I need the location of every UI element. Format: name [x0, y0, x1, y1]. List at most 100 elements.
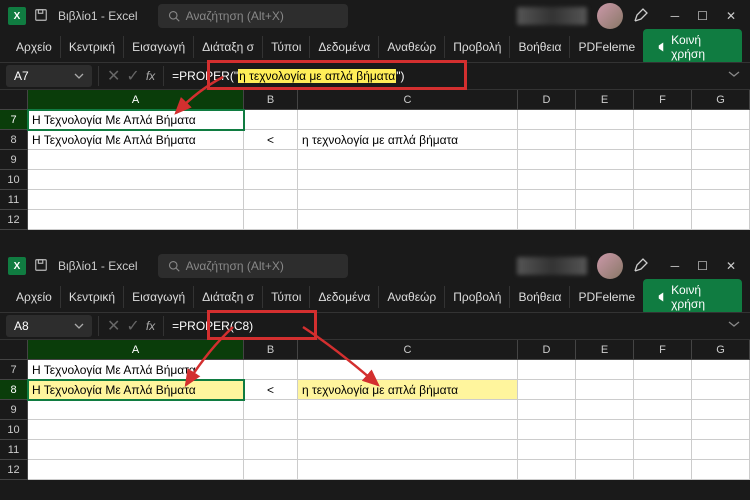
ribbon-tab[interactable]: Προβολή [445, 36, 510, 58]
cell[interactable] [576, 130, 634, 150]
cell[interactable] [634, 210, 692, 230]
ribbon-tab[interactable]: Τύποι [263, 286, 310, 308]
row-header[interactable]: 10 [0, 420, 28, 440]
column-header[interactable]: F [634, 90, 692, 110]
cell[interactable] [518, 170, 576, 190]
cell[interactable] [692, 400, 750, 420]
ribbon-tab[interactable]: Διάταξη σ [194, 286, 263, 308]
cell[interactable] [298, 420, 518, 440]
cell[interactable] [576, 170, 634, 190]
cell[interactable] [692, 360, 750, 380]
cell[interactable] [518, 400, 576, 420]
confirm-icon[interactable]: ✓ [126, 66, 139, 86]
column-header[interactable]: B [244, 340, 298, 360]
save-icon[interactable] [34, 258, 48, 275]
cell[interactable] [518, 440, 576, 460]
cell[interactable] [298, 460, 518, 480]
ribbon-tab[interactable]: Αρχείο [8, 36, 61, 58]
formula-input[interactable]: =PROPER(C8) [164, 317, 718, 335]
cell[interactable] [298, 360, 518, 380]
row-header[interactable]: 11 [0, 440, 28, 460]
row-header[interactable]: 9 [0, 400, 28, 420]
cell[interactable] [518, 150, 576, 170]
ribbon-tab[interactable]: Εισαγωγή [124, 286, 194, 308]
cell[interactable] [634, 440, 692, 460]
cell[interactable] [692, 380, 750, 400]
cell[interactable] [634, 110, 692, 130]
cell[interactable] [576, 110, 634, 130]
name-box[interactable]: A7 [6, 65, 92, 87]
ribbon-tab[interactable]: Αναθεώρ [379, 286, 445, 308]
column-header[interactable]: D [518, 90, 576, 110]
ribbon-tab[interactable]: Βοήθεια [510, 36, 570, 58]
cell[interactable] [692, 440, 750, 460]
confirm-icon[interactable]: ✓ [126, 316, 139, 336]
maximize-button[interactable]: ☐ [697, 259, 708, 273]
ribbon-tab[interactable]: Κεντρική [61, 286, 124, 308]
save-icon[interactable] [34, 8, 48, 25]
cell[interactable] [634, 190, 692, 210]
row-header[interactable]: 7 [0, 360, 28, 380]
column-header[interactable]: D [518, 340, 576, 360]
cell[interactable]: Η Τεχνολογία Με Απλά Βήματα [28, 380, 244, 400]
cancel-icon[interactable]: ✕ [107, 316, 120, 336]
cell[interactable] [518, 360, 576, 380]
cell[interactable] [692, 210, 750, 230]
search-input[interactable]: Αναζήτηση (Alt+X) [158, 4, 348, 28]
row-header[interactable]: 8 [0, 380, 28, 400]
cell[interactable] [298, 400, 518, 420]
ribbon-tab[interactable]: Κεντρική [61, 36, 124, 58]
cell[interactable] [298, 440, 518, 460]
cell[interactable] [244, 440, 298, 460]
cell[interactable] [518, 130, 576, 150]
cell[interactable]: < [244, 380, 298, 400]
select-all-corner[interactable] [0, 340, 28, 360]
cell[interactable] [28, 460, 244, 480]
cell[interactable] [634, 420, 692, 440]
cell[interactable] [576, 360, 634, 380]
cell[interactable] [692, 150, 750, 170]
cell[interactable] [298, 190, 518, 210]
row-header[interactable]: 12 [0, 210, 28, 230]
cell[interactable] [28, 170, 244, 190]
cell[interactable] [576, 380, 634, 400]
column-header[interactable]: A [28, 90, 244, 110]
column-header[interactable]: E [576, 340, 634, 360]
cell[interactable] [244, 170, 298, 190]
ribbon-tab[interactable]: Διάταξη σ [194, 36, 263, 58]
cell[interactable]: η τεχνολογία με απλά βήματα [298, 380, 518, 400]
cell[interactable] [518, 110, 576, 130]
column-header[interactable]: E [576, 90, 634, 110]
cell[interactable] [28, 210, 244, 230]
column-header[interactable]: G [692, 340, 750, 360]
cell[interactable] [244, 400, 298, 420]
cell[interactable] [28, 150, 244, 170]
cell[interactable]: Η Τεχνολογία Με Απλά Βήματα [28, 360, 244, 380]
cell[interactable] [298, 170, 518, 190]
cell[interactable] [634, 360, 692, 380]
name-box[interactable]: A8 [6, 315, 92, 337]
maximize-button[interactable]: ☐ [697, 9, 708, 23]
fx-icon[interactable]: fx [146, 319, 155, 333]
column-header[interactable]: C [298, 340, 518, 360]
ribbon-tab[interactable]: Βοήθεια [510, 286, 570, 308]
cell[interactable] [518, 380, 576, 400]
cell[interactable] [28, 440, 244, 460]
cell[interactable] [576, 400, 634, 420]
cell[interactable] [518, 210, 576, 230]
cell[interactable] [576, 420, 634, 440]
minimize-button[interactable]: ─ [671, 259, 680, 273]
column-header[interactable]: C [298, 90, 518, 110]
ribbon-tab[interactable]: Αναθεώρ [379, 36, 445, 58]
column-header[interactable]: B [244, 90, 298, 110]
cell[interactable] [576, 190, 634, 210]
cell[interactable] [298, 210, 518, 230]
cell[interactable]: η τεχνολογία με απλά βήματα [298, 130, 518, 150]
cell[interactable] [692, 190, 750, 210]
avatar[interactable] [597, 3, 623, 29]
minimize-button[interactable]: ─ [671, 9, 680, 23]
search-input[interactable]: Αναζήτηση (Alt+X) [158, 254, 348, 278]
share-button[interactable]: Κοινή χρήση [643, 29, 742, 65]
close-button[interactable]: ✕ [726, 259, 736, 273]
ribbon-tab[interactable]: PDFeleme [570, 286, 643, 308]
